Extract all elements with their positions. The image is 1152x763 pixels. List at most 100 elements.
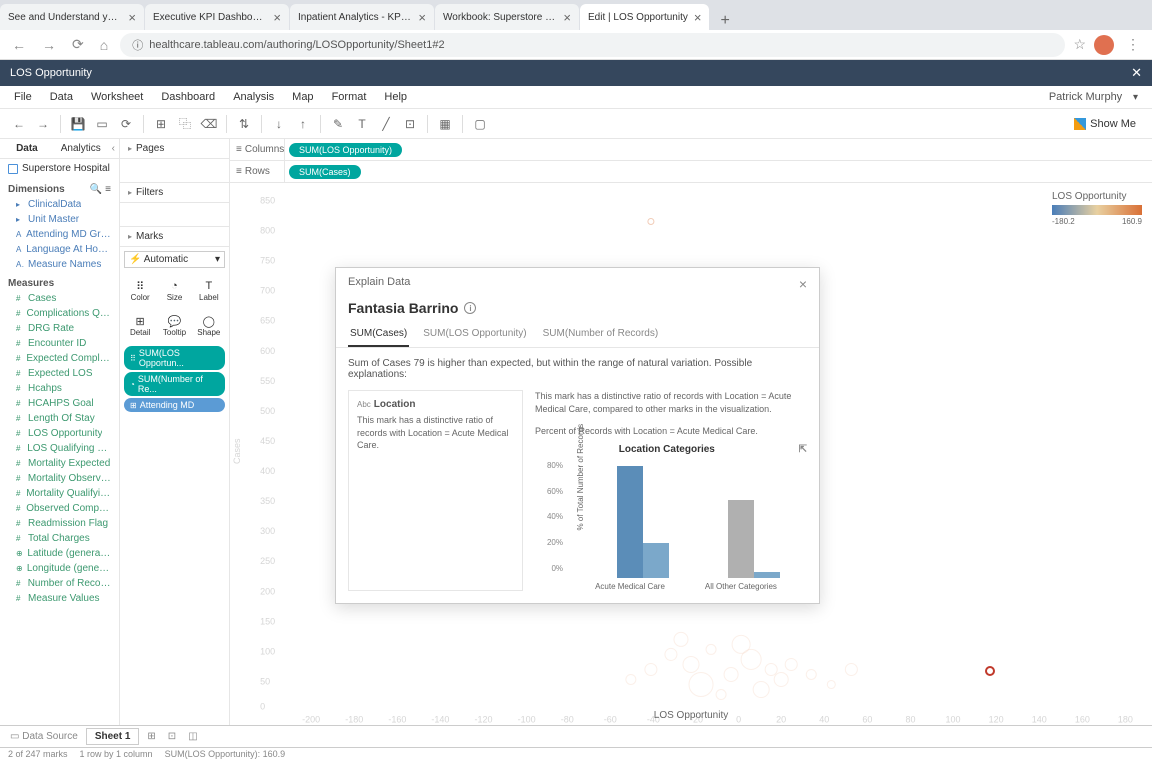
dim-field[interactable]: AbcLanguage At Home (gr... — [0, 242, 119, 257]
browser-tab-active[interactable]: Edit | LOS Opportunity× — [580, 4, 709, 30]
meas-field[interactable]: ⊕Latitude (generated) — [0, 546, 119, 561]
new-story-icon[interactable]: ◫ — [184, 729, 201, 744]
menu-dashboard[interactable]: Dashboard — [153, 88, 223, 106]
meas-field[interactable]: #Mortality Qualifying Ca... — [0, 486, 119, 501]
mark-type-dropdown[interactable]: ⚡ Automatic▾ — [124, 251, 225, 268]
duplicate-icon[interactable]: ⿻ — [174, 113, 196, 135]
home-icon[interactable]: ⌂ — [96, 35, 112, 55]
menu-analysis[interactable]: Analysis — [225, 88, 282, 106]
marks-shelf-header[interactable]: ▸Marks — [120, 227, 229, 247]
menu-map[interactable]: Map — [284, 88, 321, 106]
sort-asc-icon[interactable]: ↓ — [268, 113, 290, 135]
close-icon[interactable]: ✕ — [1131, 65, 1142, 81]
expand-icon[interactable]: ⇱ — [799, 444, 807, 455]
meas-field[interactable]: #Observed Complications — [0, 501, 119, 516]
sheet-tab[interactable]: Sheet 1 — [86, 728, 140, 745]
menu-file[interactable]: File — [6, 88, 40, 106]
highlighted-mark[interactable] — [985, 666, 995, 676]
browser-tab[interactable]: Inpatient Analytics - KPI Dashbo× — [290, 4, 434, 30]
filters-shelf-header[interactable]: ▸Filters — [120, 183, 229, 203]
meas-field[interactable]: #LOS Qualifying Case — [0, 441, 119, 456]
mark-detail[interactable]: ⊞Detail — [124, 309, 156, 342]
mark-tooltip[interactable]: 💬Tooltip — [158, 309, 190, 342]
meas-field[interactable]: #HCAHPS Goal — [0, 396, 119, 411]
browser-tab[interactable]: Workbook: Superstore Hospital× — [435, 4, 579, 30]
highlight-icon[interactable]: ✎ — [327, 113, 349, 135]
menu-icon[interactable]: ⋮ — [1122, 34, 1144, 55]
new-dashboard-icon[interactable]: ⊡ — [164, 729, 180, 744]
search-icon[interactable]: 🔍 ≡ — [90, 184, 111, 195]
user-label[interactable]: Patrick Murphy ▾ — [1033, 88, 1146, 106]
url-input[interactable]: ⓘhealthcare.tableau.com/authoring/LOSOpp… — [120, 33, 1065, 57]
close-icon[interactable]: × — [418, 10, 426, 25]
explain-tab-records[interactable]: SUM(Number of Records) — [541, 324, 661, 347]
new-worksheet-icon[interactable]: ⊞ — [143, 729, 159, 744]
close-icon[interactable]: × — [799, 276, 807, 292]
new-tab-button[interactable]: + — [710, 12, 739, 30]
browser-tab[interactable]: See and Understand your Health× — [0, 4, 144, 30]
line-icon[interactable]: ╱ — [375, 113, 397, 135]
fit-icon[interactable]: ▦ — [434, 113, 456, 135]
meas-field[interactable]: #Expected Complications — [0, 351, 119, 366]
meas-field[interactable]: #DRG Rate — [0, 321, 119, 336]
bookmark-icon[interactable]: ☆ — [1073, 36, 1086, 53]
dim-field[interactable]: AbcAttending MD Group, A... — [0, 227, 119, 242]
mark-color[interactable]: ⠿Color — [124, 274, 156, 307]
mark-size[interactable]: ◔Size — [158, 274, 190, 307]
browser-tab[interactable]: Executive KPI Dashboard: Exec K× — [145, 4, 289, 30]
tab-analytics[interactable]: Analytics — [54, 139, 108, 158]
forward-icon[interactable]: → — [38, 35, 60, 55]
redo-icon[interactable]: → — [32, 113, 54, 135]
mark-pill-color[interactable]: ⠿SUM(LOS Opportun... — [124, 346, 225, 370]
color-legend[interactable]: LOS Opportunity -180.2160.9 — [1052, 191, 1142, 226]
profile-avatar[interactable] — [1094, 35, 1114, 55]
datasource-item[interactable]: Superstore Hospital — [0, 159, 119, 178]
undo-icon[interactable]: ← — [8, 113, 30, 135]
pages-shelf[interactable] — [120, 159, 229, 183]
mark-pill-detail[interactable]: ⊞Attending MD — [124, 398, 225, 412]
close-icon[interactable]: × — [128, 10, 136, 25]
meas-field[interactable]: #Complications Quality... — [0, 306, 119, 321]
explain-tab-cases[interactable]: SUM(Cases) — [348, 324, 409, 347]
info-icon[interactable]: i — [464, 302, 476, 314]
menu-help[interactable]: Help — [376, 88, 415, 106]
mark-label[interactable]: TLabel — [193, 274, 225, 307]
scatter-plot[interactable]: 8508007507006506005505004504003503002502… — [230, 183, 1152, 725]
sort-desc-icon[interactable]: ↑ — [292, 113, 314, 135]
mark-shape[interactable]: ◯Shape — [193, 309, 225, 342]
new-sheet-icon[interactable]: ⊞ — [150, 113, 172, 135]
meas-field[interactable]: #Number of Records — [0, 576, 119, 591]
menu-format[interactable]: Format — [324, 88, 375, 106]
meas-field[interactable]: #Length Of Stay — [0, 411, 119, 426]
reload-icon[interactable]: ⟳ — [68, 34, 88, 55]
explain-tab-los[interactable]: SUM(LOS Opportunity) — [421, 324, 528, 347]
dim-field[interactable]: ▸ClinicalData — [0, 197, 119, 212]
meas-field[interactable]: #Encounter ID — [0, 336, 119, 351]
show-me-button[interactable]: Show Me — [1066, 115, 1144, 133]
swap-icon[interactable]: ⇅ — [233, 113, 255, 135]
text-icon[interactable]: T — [351, 113, 373, 135]
meas-field[interactable]: #Expected LOS — [0, 366, 119, 381]
menu-worksheet[interactable]: Worksheet — [83, 88, 151, 106]
meas-field[interactable]: #Hcahps — [0, 381, 119, 396]
columns-pill[interactable]: SUM(LOS Opportunity) — [289, 143, 402, 157]
menu-data[interactable]: Data — [42, 88, 81, 106]
tab-data[interactable]: Data — [0, 139, 54, 158]
new-datasource-icon[interactable]: ▭ — [91, 113, 113, 135]
filters-shelf[interactable] — [120, 203, 229, 227]
rows-pill[interactable]: SUM(Cases) — [289, 165, 361, 179]
back-icon[interactable]: ← — [8, 35, 30, 55]
meas-field[interactable]: #Total Charges — [0, 531, 119, 546]
close-icon[interactable]: × — [273, 10, 281, 25]
clear-icon[interactable]: ⌫ — [198, 113, 220, 135]
pages-shelf-header[interactable]: ▸Pages — [120, 139, 229, 159]
meas-field[interactable]: #Mortality Observed — [0, 471, 119, 486]
presentation-icon[interactable]: ▢ — [469, 113, 491, 135]
collapse-icon[interactable]: ‹ — [108, 139, 119, 158]
close-icon[interactable]: × — [563, 10, 571, 25]
meas-field[interactable]: #Mortality Expected — [0, 456, 119, 471]
dim-field[interactable]: AbcMeasure Names — [0, 257, 119, 272]
meas-field[interactable]: #Readmission Flag — [0, 516, 119, 531]
meas-field[interactable]: #Measure Values — [0, 591, 119, 606]
data-source-tab[interactable]: ▭ Data Source — [6, 729, 82, 744]
